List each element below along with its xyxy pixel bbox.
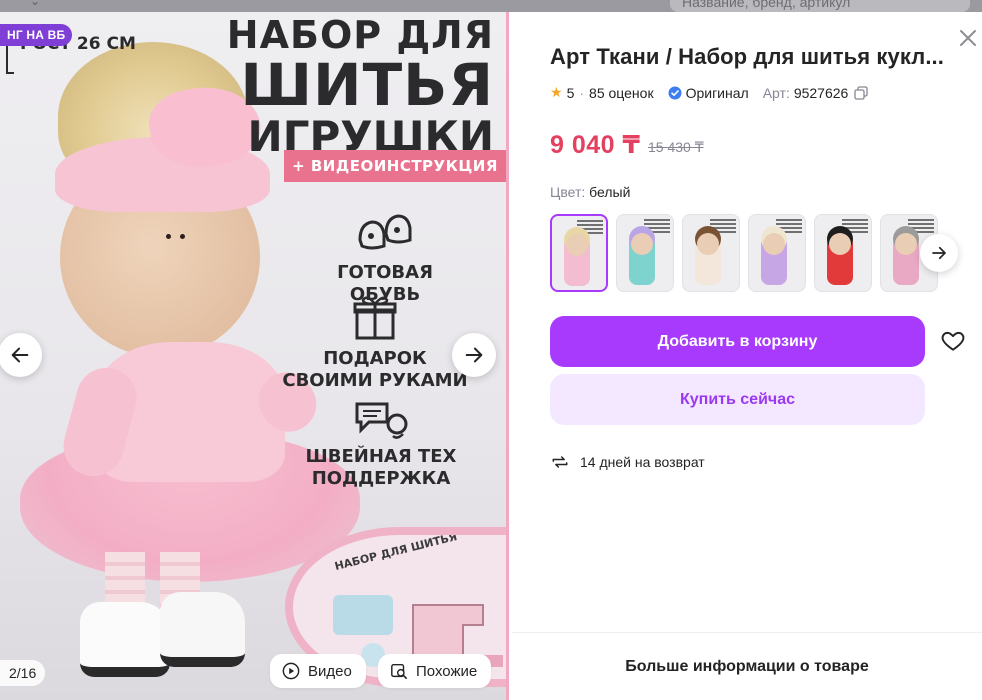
- color-line: Цвет: белый: [550, 184, 630, 200]
- thumbnail-doll-head: [566, 234, 588, 256]
- product-meta: ★ 5 · 85 оценок Оригинал Арт: 9527626: [550, 84, 868, 101]
- chevron-down-icon: ⌄: [30, 0, 41, 8]
- shoes-icon: [358, 214, 412, 250]
- variant-thumbnail[interactable]: [814, 214, 872, 292]
- add-to-cart-button[interactable]: Добавить в корзину: [550, 316, 925, 367]
- poster-feature: ГОТОВАЯ ОБУВЬ: [300, 210, 470, 306]
- page-backdrop-header: ⌄ Название, бренд, артикул: [0, 0, 982, 12]
- price-current: 9 040 ₸: [550, 131, 641, 159]
- doll-shoe: [160, 592, 245, 667]
- price-old: 15 430 ₸: [648, 139, 704, 155]
- poster-ribbon: + ВИДЕОИНСТРУКЦИЯ: [284, 150, 506, 182]
- star-icon: ★: [550, 84, 563, 100]
- doll-eye: [180, 234, 185, 239]
- separator-dot: ·: [579, 84, 585, 101]
- rating-value: 5: [566, 84, 575, 101]
- gallery-counter: 2/16: [0, 660, 46, 686]
- variant-thumbnail[interactable]: [682, 214, 740, 292]
- similar-search-icon: [391, 663, 408, 680]
- arrow-right-icon: [932, 246, 946, 260]
- thumbnails-next-button[interactable]: [920, 234, 958, 272]
- poster-title-line: ШИТЬЯ: [240, 51, 494, 119]
- reviews-link[interactable]: 85 оценок: [589, 85, 654, 101]
- gallery-next-button[interactable]: [452, 333, 496, 377]
- product-title: Арт Ткани / Набор для шитья кукл...: [550, 44, 944, 69]
- heart-icon[interactable]: [940, 328, 966, 354]
- gallery-prev-button[interactable]: [0, 333, 42, 377]
- color-value: белый: [589, 184, 631, 200]
- close-icon[interactable]: [956, 26, 980, 50]
- original-label: Оригинал: [685, 84, 749, 101]
- search-input[interactable]: Название, бренд, артикул: [670, 0, 970, 12]
- returns-info: 14 дней на возврат: [550, 452, 705, 472]
- more-info-button[interactable]: Больше информации о товаре: [512, 632, 982, 700]
- product-quick-view-modal: РОСТ 26 СМ НАБОР ДЛЯ ШИТЬЯ ИГРУШКИ + ВИД…: [0, 12, 982, 700]
- product-gallery: РОСТ 26 СМ НАБОР ДЛЯ ШИТЬЯ ИГРУШКИ + ВИД…: [0, 12, 509, 700]
- copy-icon[interactable]: [854, 85, 868, 100]
- return-arrows-icon: [552, 456, 568, 468]
- variant-thumbnail[interactable]: [748, 214, 806, 292]
- variant-thumbnails: [550, 214, 946, 292]
- verified-badge-icon: [668, 86, 682, 99]
- doll-eye: [166, 234, 171, 239]
- product-image: РОСТ 26 СМ НАБОР ДЛЯ ШИТЬЯ ИГРУШКИ + ВИД…: [0, 12, 506, 700]
- buy-now-button[interactable]: Купить сейчас: [550, 374, 925, 425]
- thumbnail-doll-head: [829, 233, 851, 255]
- chat-support-icon: [355, 402, 408, 439]
- article-value: 9527626: [793, 84, 849, 101]
- poster-feature: ШВЕЙНАЯ ТЕХ ПОДДЕРЖКА: [292, 400, 470, 490]
- variant-thumbnail[interactable]: [550, 214, 608, 292]
- poster-title-line: НАБОР ДЛЯ: [226, 13, 494, 57]
- promo-badge: НГ НА ВБ: [0, 24, 73, 46]
- thumbnail-doll-head: [763, 233, 785, 255]
- returns-text: 14 дней на возврат: [580, 454, 705, 470]
- poster-feature: ПОДАРОК СВОИМИ РУКАМИ: [280, 294, 470, 392]
- thumbnail-doll-head: [631, 233, 653, 255]
- product-info-panel: Арт Ткани / Набор для шитья кукл... ★ 5 …: [512, 12, 982, 700]
- similar-button[interactable]: Похожие: [378, 654, 492, 688]
- arrow-right-icon: [465, 347, 483, 363]
- video-button[interactable]: Видео: [270, 654, 366, 688]
- poster-title: НАБОР ДЛЯ ШИТЬЯ ИГРУШКИ: [227, 16, 494, 158]
- variant-thumbnail[interactable]: [616, 214, 674, 292]
- arrow-left-icon: [11, 347, 29, 363]
- thumbnail-doll-head: [697, 233, 719, 255]
- article-label: Арт:: [762, 84, 790, 101]
- gift-box-icon: [353, 296, 397, 340]
- color-label: Цвет:: [550, 184, 586, 200]
- thumbnail-doll-head: [895, 233, 917, 255]
- play-icon: [282, 662, 300, 680]
- doll-shoe: [80, 602, 170, 677]
